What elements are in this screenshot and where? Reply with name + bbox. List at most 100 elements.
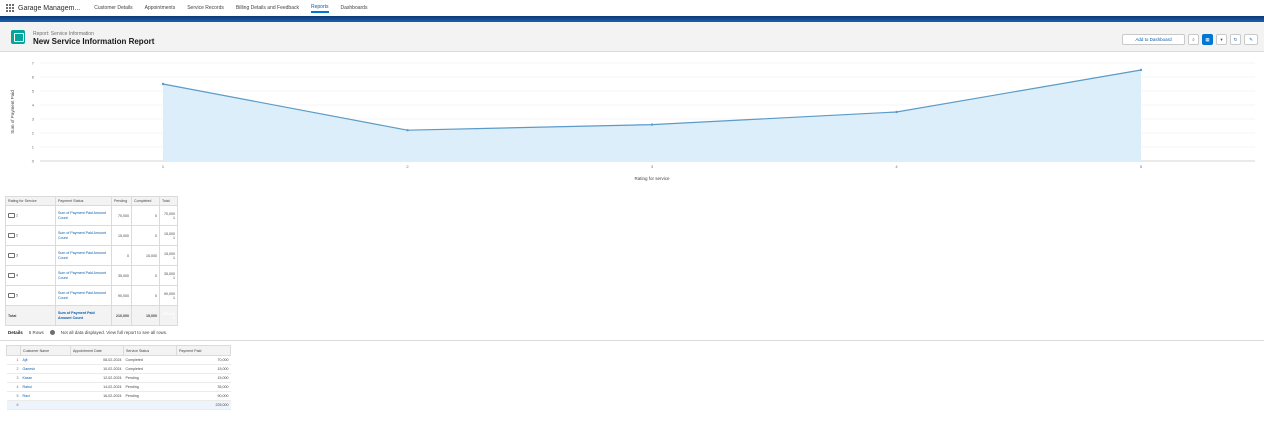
- count-value: 1: [173, 255, 175, 260]
- detail-row: 1 Ajit 08-02-2024 Completed 70,000: [6, 355, 231, 365]
- expand-icon[interactable]: [8, 253, 15, 258]
- x-tick-label: 2: [406, 164, 409, 169]
- summary-table: Rating for Service Payment Status Pendin…: [5, 196, 178, 326]
- payment-paid: 15,000: [176, 373, 231, 383]
- edit-button[interactable]: ✎: [1244, 34, 1258, 45]
- measure-label: Sum of Payment Paid Amount Count: [55, 305, 112, 326]
- rating-value: 1: [16, 213, 18, 218]
- data-point[interactable]: [895, 110, 898, 114]
- measure-label: Sum of Payment Paid Amount Count: [55, 265, 112, 286]
- report-icon: [11, 30, 25, 44]
- total-value[interactable]: 70,000 1: [159, 205, 178, 226]
- y-tick-label: 0: [32, 159, 35, 164]
- col-appointment-date[interactable]: Appointment Date: [70, 345, 124, 356]
- service-status: Pending: [123, 382, 177, 392]
- service-status: Pending: [123, 373, 177, 383]
- chart-icon[interactable]: ▦: [1202, 34, 1213, 45]
- completed-value: 0: [131, 285, 160, 306]
- detail-table: Customer Name Appointment Date Service S…: [6, 345, 231, 410]
- nav-tab-service-records[interactable]: Service Records: [187, 5, 224, 11]
- details-bar: Details 5 Rows Not all data displayed. V…: [8, 330, 167, 335]
- row-number: 3: [6, 373, 21, 383]
- payment-paid-sum: 225,000: [176, 400, 231, 410]
- y-tick-label: 1: [32, 145, 35, 150]
- app-name: Garage Managem...: [18, 4, 81, 12]
- data-point[interactable]: [1139, 68, 1143, 72]
- y-axis-label: Sum of Payment Paid: [10, 90, 15, 134]
- nav-tab-dashboards[interactable]: Dashboards: [341, 5, 368, 11]
- pending-value: 0: [111, 245, 132, 266]
- add-to-dashboard-button[interactable]: Add to Dashboard: [1122, 34, 1185, 45]
- summary-row: 1 Sum of Payment Paid Amount Count 70,000 0…: [5, 205, 178, 226]
- col-customer-name[interactable]: Customer Name: [20, 345, 71, 356]
- info-icon: [49, 330, 55, 335]
- total-value[interactable]: 15,000 1: [159, 245, 178, 266]
- search-icon[interactable]: ⌕: [1188, 34, 1199, 45]
- customer-name-link[interactable]: Rahul: [20, 382, 71, 392]
- row-number: 6: [6, 400, 21, 410]
- customer-name-link[interactable]: Ganesh: [20, 364, 71, 374]
- x-tick-label: 4: [895, 164, 898, 169]
- col-rating[interactable]: Rating for Service: [5, 196, 56, 206]
- detail-row: 5 Ravi 16-02-2024 Pending 90,000: [6, 391, 231, 401]
- data-point[interactable]: [406, 129, 409, 132]
- header-actions: Add to Dashboard ⌕ ▦ ▾ ↻ ✎: [1122, 34, 1258, 45]
- area-fill: [163, 70, 1141, 161]
- total-value[interactable]: 15,000 1: [159, 225, 178, 246]
- col-total[interactable]: Total: [159, 196, 178, 206]
- expand-icon[interactable]: [8, 293, 15, 298]
- col-payment-paid[interactable]: Payment Paid: [176, 345, 231, 356]
- y-tick-label: 4: [32, 103, 35, 108]
- rating-value: 2: [16, 233, 18, 238]
- x-tick-label: 1: [162, 164, 165, 169]
- completed-value: 0: [131, 205, 160, 226]
- row-number: 1: [6, 355, 21, 365]
- measure-label: Sum of Payment Paid Amount Count: [55, 285, 112, 306]
- expand-icon[interactable]: [8, 233, 15, 238]
- y-tick-label: 5: [32, 89, 35, 94]
- completed-value: 0: [131, 265, 160, 286]
- y-tick-label: 7: [32, 61, 35, 66]
- completed-value: 0: [131, 225, 160, 246]
- customer-name-link[interactable]: Ajit: [20, 355, 71, 365]
- x-tick-label: 3: [651, 164, 654, 169]
- col-index: [6, 345, 21, 356]
- rating-value: 5: [16, 293, 18, 298]
- summary-row: 2 Sum of Payment Paid Amount Count 15,000 0…: [5, 225, 178, 246]
- y-tick-label: 3: [32, 117, 35, 122]
- total-value[interactable]: 35,000 1: [159, 265, 178, 286]
- nav-tab-customer-details[interactable]: Customer Details: [94, 5, 132, 11]
- customer-name-link[interactable]: Ravi: [20, 391, 71, 401]
- total-value[interactable]: 225,000 5: [159, 305, 178, 326]
- appointment-date: 16-02-2024: [70, 391, 124, 401]
- pending-value: 15,000: [111, 225, 132, 246]
- measure-label: Sum of Payment Paid Amount Count: [55, 225, 112, 246]
- col-service-status[interactable]: Service Status: [123, 345, 177, 356]
- filter-icon[interactable]: ▾: [1216, 34, 1227, 45]
- appointment-date: 14-02-2024: [70, 382, 124, 392]
- col-completed[interactable]: Completed: [131, 196, 160, 206]
- customer-name-link[interactable]: Karan: [20, 373, 71, 383]
- area-chart: 0 1 2 3 4 5 6 7 1 2 3 4 5 Rating for service Sum of Pa…: [10, 61, 1255, 181]
- divider: [0, 340, 1264, 341]
- row-number: 4: [6, 382, 21, 392]
- nav-tab-reports[interactable]: Reports: [310, 4, 329, 13]
- nav-tab-billing[interactable]: Billing Details and Feedback: [236, 5, 299, 11]
- app-launcher-icon[interactable]: [6, 4, 14, 12]
- payment-paid: 35,000: [176, 382, 231, 392]
- col-payment-status[interactable]: Payment Status: [55, 196, 112, 206]
- total-value[interactable]: 90,000 1: [159, 285, 178, 306]
- data-point[interactable]: [161, 82, 165, 86]
- details-info-text: Not all data displayed. View full report…: [60, 330, 168, 335]
- report-header: Report: Service Information New Service …: [0, 22, 1264, 52]
- measure-label: Sum of Payment Paid Amount Count: [55, 205, 112, 226]
- summary-row: 3 Sum of Payment Paid Amount Count 0 15,000…: [5, 245, 178, 266]
- nav-tab-appointments[interactable]: Appointments: [145, 5, 176, 11]
- summary-row: 5 Sum of Payment Paid Amount Count 90,000 0…: [5, 285, 178, 306]
- expand-icon[interactable]: [8, 273, 15, 278]
- col-pending[interactable]: Pending: [111, 196, 132, 206]
- expand-icon[interactable]: [8, 213, 15, 218]
- data-point[interactable]: [650, 123, 654, 126]
- count-value: 1: [173, 215, 175, 220]
- refresh-icon[interactable]: ↻: [1230, 34, 1241, 45]
